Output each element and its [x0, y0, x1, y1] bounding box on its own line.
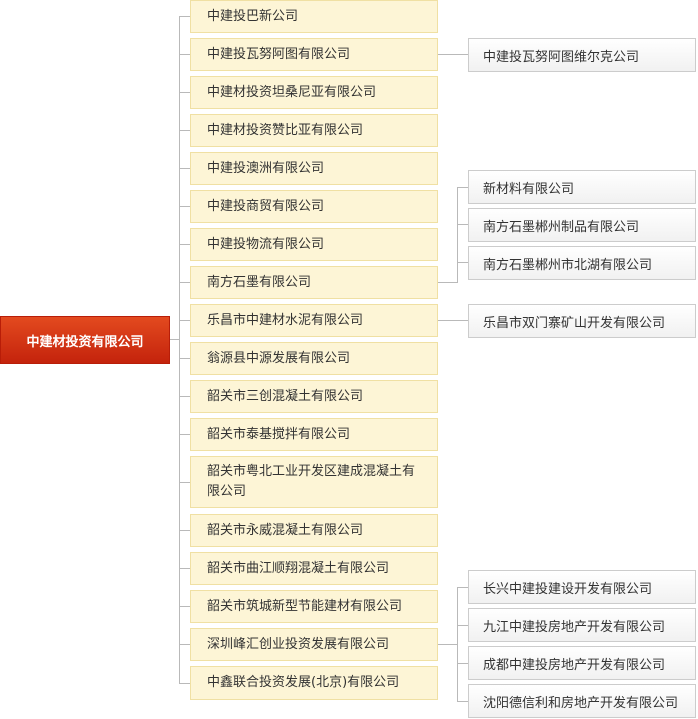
- subsidiary-node[interactable]: 南方石墨郴州制品有限公司: [468, 208, 696, 242]
- company-node[interactable]: 韶关市粤北工业开发区建成混凝土有限公司: [190, 456, 438, 508]
- subsidiary-node[interactable]: 长兴中建投建设开发有限公司: [468, 570, 696, 604]
- subsidiary-node-label: 中建投瓦努阿图维尔克公司: [483, 49, 640, 65]
- subsidiary-node-label: 南方石墨郴州市北湖有限公司: [483, 257, 653, 273]
- company-node-label: 韶关市三创混凝土有限公司: [207, 388, 364, 404]
- connector-sub: [457, 663, 468, 664]
- subsidiary-node[interactable]: 南方石墨郴州市北湖有限公司: [468, 246, 696, 280]
- subsidiary-node[interactable]: 乐昌市双门寨矿山开发有限公司: [468, 304, 696, 338]
- company-node[interactable]: 乐昌市中建材水泥有限公司: [190, 304, 438, 337]
- connector-sub: [438, 320, 468, 321]
- company-node[interactable]: 南方石墨有限公司: [190, 266, 438, 299]
- subsidiary-node[interactable]: 中建投瓦努阿图维尔克公司: [468, 38, 696, 72]
- company-node[interactable]: 中建投巴新公司: [190, 0, 438, 33]
- connector-branch: [179, 168, 190, 169]
- connector-branch: [179, 530, 190, 531]
- company-node-label: 深圳峰汇创业投资发展有限公司: [207, 636, 390, 652]
- subsidiary-node-label: 沈阳德信利和房地产开发有限公司: [483, 695, 679, 711]
- connector-branch: [179, 16, 190, 17]
- connector-branch: [179, 358, 190, 359]
- connector-sub: [457, 187, 468, 188]
- connector-branch: [179, 434, 190, 435]
- subsidiary-node[interactable]: 沈阳德信利和房地产开发有限公司: [468, 684, 696, 718]
- company-node-label: 韶关市筑城新型节能建材有限公司: [207, 598, 403, 614]
- company-node[interactable]: 韶关市曲江顺翔混凝土有限公司: [190, 552, 438, 585]
- subsidiary-node[interactable]: 成都中建投房地产开发有限公司: [468, 646, 696, 680]
- company-node-label: 中鑫联合投资发展(北京)有限公司: [207, 675, 400, 690]
- connector-branch: [179, 54, 190, 55]
- company-node-label: 中建投瓦努阿图有限公司: [207, 46, 351, 62]
- connector-branch: [179, 206, 190, 207]
- connector-sub: [438, 282, 458, 283]
- company-node[interactable]: 中建材投资坦桑尼亚有限公司: [190, 76, 438, 109]
- connector-branch: [179, 244, 190, 245]
- connector-branch: [179, 683, 190, 684]
- company-node-label: 中建投物流有限公司: [207, 236, 325, 252]
- connector-trunk: [179, 16, 180, 684]
- subsidiary-node-label: 乐昌市双门寨矿山开发有限公司: [483, 315, 666, 331]
- company-node[interactable]: 中建材投资赞比亚有限公司: [190, 114, 438, 147]
- company-node-label: 韶关市永威混凝土有限公司: [207, 522, 364, 538]
- company-node-label: 韶关市泰基搅拌有限公司: [207, 426, 351, 442]
- company-node[interactable]: 中建投商贸有限公司: [190, 190, 438, 223]
- connector-branch: [179, 92, 190, 93]
- connector-branch: [179, 396, 190, 397]
- company-node[interactable]: 韶关市筑城新型节能建材有限公司: [190, 590, 438, 623]
- connector-sub: [457, 224, 468, 225]
- connector-sub: [457, 262, 468, 263]
- connector-branch: [179, 568, 190, 569]
- company-node[interactable]: 韶关市永威混凝土有限公司: [190, 514, 438, 547]
- company-node[interactable]: 深圳峰汇创业投资发展有限公司: [190, 628, 438, 661]
- subsidiary-node-label: 新材料有限公司: [483, 181, 575, 197]
- connector-sub: [438, 54, 468, 55]
- subsidiary-node-label: 九江中建投房地产开发有限公司: [483, 619, 666, 635]
- connector-sub: [457, 587, 458, 701]
- subsidiary-node[interactable]: 新材料有限公司: [468, 170, 696, 204]
- company-node-label: 中建投商贸有限公司: [207, 198, 325, 214]
- company-node-label: 乐昌市中建材水泥有限公司: [207, 312, 364, 328]
- company-node-label: 韶关市粤北工业开发区建成混凝土有限公司: [207, 464, 416, 499]
- connector-branch: [179, 130, 190, 131]
- company-node[interactable]: 中建投瓦努阿图有限公司: [190, 38, 438, 71]
- subsidiary-node[interactable]: 九江中建投房地产开发有限公司: [468, 608, 696, 642]
- company-node[interactable]: 韶关市泰基搅拌有限公司: [190, 418, 438, 451]
- connector-sub: [457, 587, 468, 588]
- connector-branch: [179, 482, 190, 483]
- root-node-label: 中建材投资有限公司: [26, 334, 144, 350]
- connector-sub: [457, 187, 458, 283]
- company-node-label: 中建投巴新公司: [207, 8, 299, 24]
- connector-branch: [179, 644, 190, 645]
- connector-branch: [179, 320, 190, 321]
- company-node[interactable]: 中鑫联合投资发展(北京)有限公司: [190, 666, 438, 700]
- connector-sub: [457, 625, 468, 626]
- company-node[interactable]: 韶关市三创混凝土有限公司: [190, 380, 438, 413]
- company-node[interactable]: 翁源县中源发展有限公司: [190, 342, 438, 375]
- company-node-label: 中建投澳洲有限公司: [207, 160, 325, 176]
- company-node-label: 中建材投资坦桑尼亚有限公司: [207, 84, 377, 100]
- connector-branch: [179, 282, 190, 283]
- company-node[interactable]: 中建投物流有限公司: [190, 228, 438, 261]
- connector-sub: [457, 701, 468, 702]
- company-node-label: 翁源县中源发展有限公司: [207, 350, 351, 366]
- subsidiary-node-label: 南方石墨郴州制品有限公司: [483, 219, 640, 235]
- subsidiary-node-label: 成都中建投房地产开发有限公司: [483, 657, 666, 673]
- company-node-label: 韶关市曲江顺翔混凝土有限公司: [207, 560, 390, 576]
- subsidiary-node-label: 长兴中建投建设开发有限公司: [483, 581, 653, 597]
- connector-sub: [438, 644, 458, 645]
- company-node-label: 南方石墨有限公司: [207, 274, 312, 290]
- root-node[interactable]: 中建材投资有限公司: [0, 316, 170, 364]
- company-node[interactable]: 中建投澳洲有限公司: [190, 152, 438, 185]
- connector-branch: [179, 606, 190, 607]
- company-node-label: 中建材投资赞比亚有限公司: [207, 122, 364, 138]
